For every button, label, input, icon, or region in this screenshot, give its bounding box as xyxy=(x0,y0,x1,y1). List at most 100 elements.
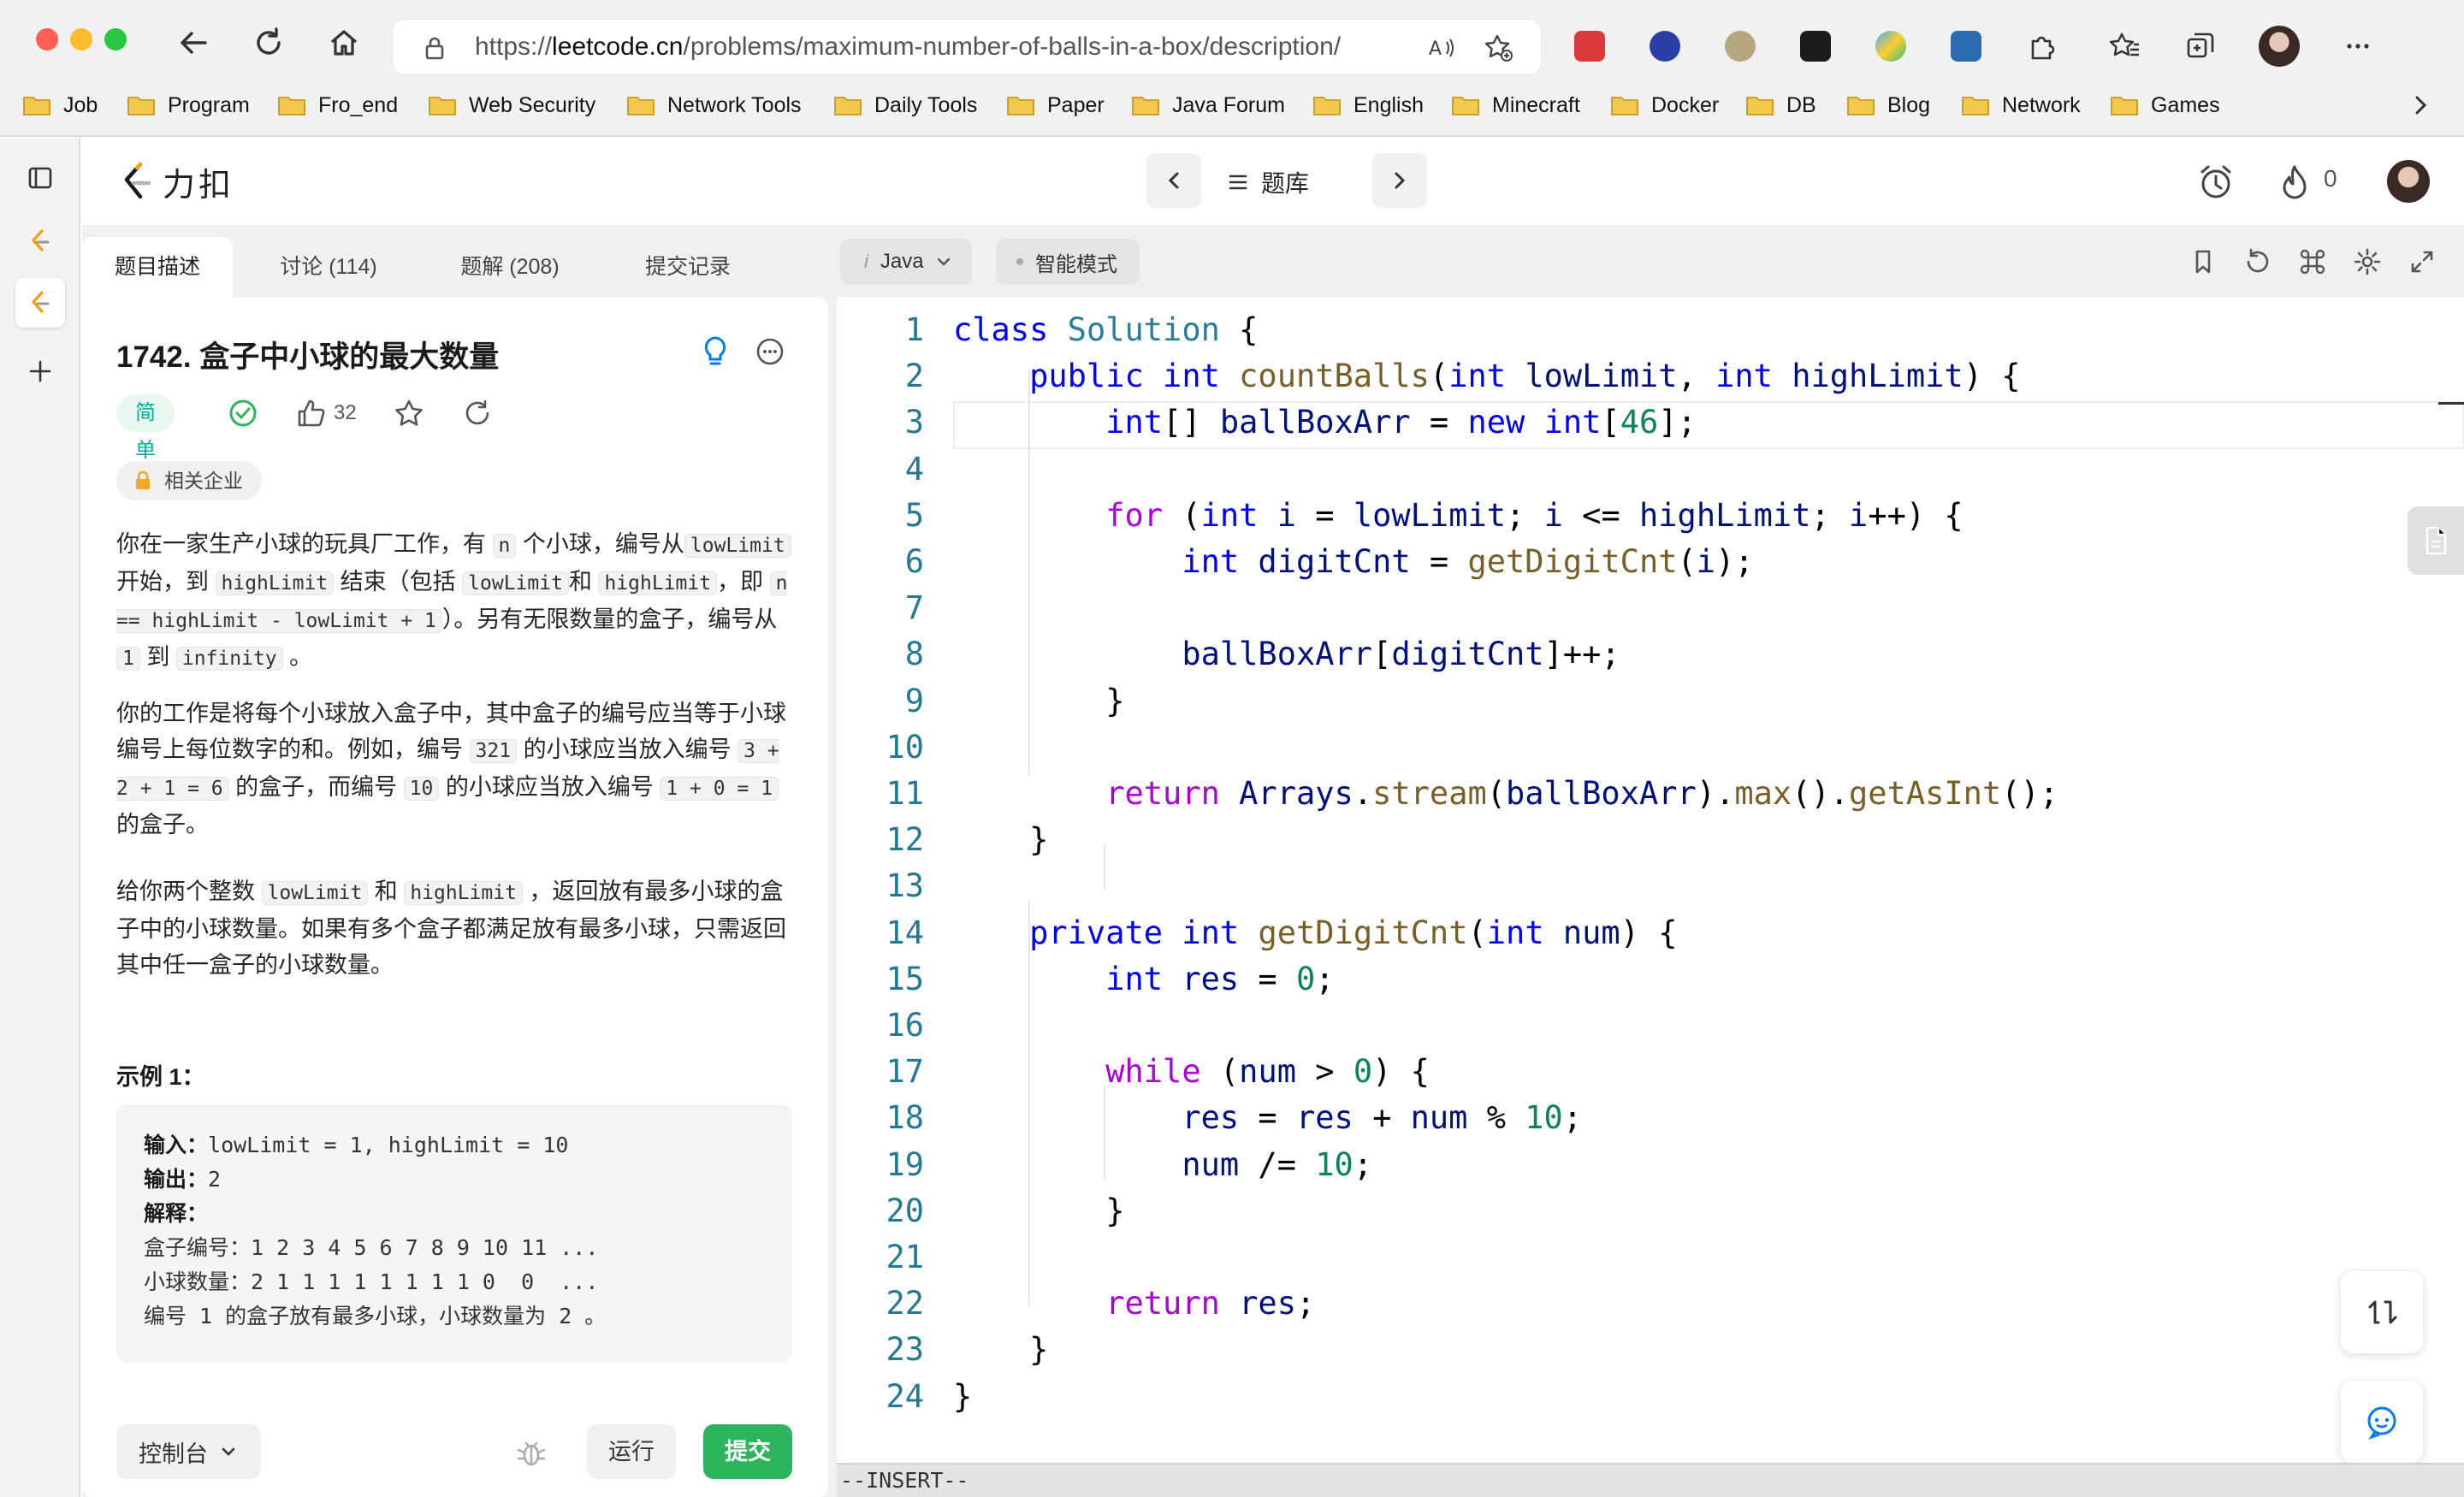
extension-owl-icon[interactable] xyxy=(1725,31,1756,62)
console-button[interactable]: 控制台 xyxy=(116,1424,261,1479)
debug-bug-icon[interactable] xyxy=(515,1436,548,1469)
bookmark-games[interactable]: Games xyxy=(2110,91,2220,120)
bookmark-english[interactable]: English xyxy=(1312,91,1424,120)
code-line[interactable]: 16 xyxy=(842,1003,2464,1049)
bookmark-network[interactable]: Network xyxy=(1961,91,2081,120)
more-options-icon[interactable] xyxy=(2343,31,2373,62)
bookmark-blog[interactable]: Blog xyxy=(1846,91,1930,120)
switch-layout-button[interactable] xyxy=(2341,1271,2423,1353)
code-line[interactable]: 15 int res = 0; xyxy=(842,956,2464,1003)
more-circle-icon[interactable] xyxy=(755,336,785,367)
leetcode-logo[interactable]: 力扣 xyxy=(120,160,234,204)
chevron-right-icon[interactable] xyxy=(2411,91,2431,120)
extension-colorful-icon[interactable] xyxy=(1875,31,1906,62)
submit-button[interactable]: 提交 xyxy=(703,1424,792,1479)
code-line[interactable]: 21 xyxy=(842,1234,2464,1281)
user-avatar[interactable] xyxy=(2387,160,2430,203)
home-icon[interactable] xyxy=(327,26,361,60)
code-line[interactable]: 9 } xyxy=(842,678,2464,725)
code-line[interactable]: 24} xyxy=(842,1374,2464,1420)
bookmark-daily-tools[interactable]: Daily Tools xyxy=(833,91,977,120)
code-line[interactable]: 12 } xyxy=(842,817,2464,863)
feedback-chat-button[interactable] xyxy=(2341,1381,2423,1463)
tab-discussion[interactable]: 讨论 (114) xyxy=(253,237,404,297)
pane-resize-handle[interactable] xyxy=(830,804,838,838)
code-line[interactable]: 3 int[] ballBoxArr = new int[46]; xyxy=(842,399,2464,446)
read-aloud-icon[interactable]: A xyxy=(1426,33,1455,62)
share-refresh-icon[interactable] xyxy=(462,398,493,429)
fullscreen-expand-icon[interactable] xyxy=(2408,247,2437,276)
add-favorite-icon[interactable] xyxy=(1484,33,1513,62)
code-line[interactable]: 4 xyxy=(842,447,2464,493)
code-line[interactable]: 14 private int getDigitCnt(int num) { xyxy=(842,910,2464,956)
text: 你在一家生产小球的玩具厂工作，有 xyxy=(116,531,493,557)
language-select[interactable]: i Java xyxy=(840,239,972,285)
lightbulb-hint-icon[interactable] xyxy=(700,334,731,369)
bookmark-db[interactable]: DB xyxy=(1745,91,1816,120)
bookmark-icon[interactable] xyxy=(2189,247,2218,276)
smart-mode-toggle[interactable]: 智能模式 xyxy=(996,239,1140,285)
bookmark-minecraft[interactable]: Minecraft xyxy=(1451,91,1580,120)
address-bar[interactable]: https://leetcode.cn/problems/maximum-num… xyxy=(392,19,1542,75)
code-line[interactable]: 19 num /= 10; xyxy=(842,1142,2464,1188)
code-line[interactable]: 23 } xyxy=(842,1327,2464,1373)
reset-code-icon[interactable] xyxy=(2243,247,2272,276)
code-line[interactable]: 8 ballBoxArr[digitCnt]++; xyxy=(842,631,2464,677)
code-line[interactable]: 7 xyxy=(842,585,2464,631)
shortcut-command-icon[interactable] xyxy=(2298,247,2327,276)
code-line[interactable]: 20 } xyxy=(842,1188,2464,1234)
company-tag-button[interactable]: 相关企业 xyxy=(116,461,262,500)
new-tab-plus-icon[interactable] xyxy=(15,346,65,396)
code-line[interactable]: 1 class Solution { xyxy=(842,307,2464,353)
side-notes-tab[interactable] xyxy=(2408,506,2464,575)
bookmark-paper[interactable]: Paper xyxy=(1006,91,1105,120)
tab-solutions[interactable]: 题解 (208) xyxy=(424,237,595,297)
extension-blue-icon[interactable] xyxy=(1650,31,1680,62)
code-line[interactable]: 18 res = res + num % 10; xyxy=(842,1095,2464,1141)
tab-actions-icon[interactable] xyxy=(15,153,65,203)
code-line[interactable]: 17 while (num > 0) { xyxy=(842,1049,2464,1095)
code-line[interactable]: 11 return Arrays.stream(ballBoxArr).max(… xyxy=(842,771,2464,817)
extension-s-icon[interactable] xyxy=(1951,31,1981,62)
window-minimize-button[interactable] xyxy=(70,28,92,50)
extensions-puzzle-icon[interactable] xyxy=(2026,31,2057,62)
code-line[interactable]: 5 for (int i = lowLimit; i <= highLimit;… xyxy=(842,493,2464,539)
tab-description[interactable]: 题目描述 xyxy=(82,237,233,297)
profile-avatar[interactable] xyxy=(2259,26,2300,67)
prev-problem-button[interactable] xyxy=(1146,153,1201,208)
tab-submissions[interactable]: 提交记录 xyxy=(613,237,763,297)
alarm-clock-icon[interactable] xyxy=(2197,163,2235,201)
settings-gear-icon[interactable] xyxy=(2353,247,2382,276)
code-line[interactable]: 22 return res; xyxy=(842,1281,2464,1327)
url-text[interactable]: https://leetcode.cn/problems/maximum-num… xyxy=(475,33,1341,62)
leetcode-tab-icon[interactable] xyxy=(15,216,65,266)
extension-red-icon[interactable] xyxy=(1574,31,1605,62)
reload-icon[interactable] xyxy=(252,26,286,60)
favorites-icon[interactable] xyxy=(2110,31,2141,62)
star-favorite-icon[interactable] xyxy=(394,398,424,429)
extension-black-icon[interactable] xyxy=(1800,31,1831,62)
leetcode-active-tab-icon[interactable] xyxy=(15,278,65,328)
like-button[interactable]: 32 xyxy=(296,396,357,430)
bookmark-docker[interactable]: Docker xyxy=(1610,91,1719,120)
back-arrow-icon[interactable] xyxy=(176,26,210,60)
code-line[interactable]: 13 xyxy=(842,863,2464,909)
code-line[interactable]: 10 xyxy=(842,725,2464,771)
window-zoom-button[interactable] xyxy=(104,28,127,50)
flame-streak-icon[interactable] xyxy=(2277,163,2312,201)
bookmark-java-forum[interactable]: Java Forum xyxy=(1131,91,1285,120)
run-button[interactable]: 运行 xyxy=(587,1424,676,1479)
window-close-button[interactable] xyxy=(36,28,58,50)
bookmark-job[interactable]: Job xyxy=(22,91,98,120)
code-line[interactable]: 2 public int countBalls(int lowLimit, in… xyxy=(842,353,2464,399)
bookmark-fro-end[interactable]: Fro_end xyxy=(277,91,398,120)
bookmark-web-security[interactable]: Web Security xyxy=(428,91,595,120)
problem-list-button[interactable]: 题库 xyxy=(1225,158,1309,206)
bookmark-network-tools[interactable]: Network Tools xyxy=(626,91,802,120)
next-problem-button[interactable] xyxy=(1372,153,1427,208)
bookmark-program[interactable]: Program xyxy=(127,91,250,120)
code-editor[interactable]: 1 class Solution {2 public int countBalls… xyxy=(842,297,2464,1463)
lock-icon[interactable] xyxy=(422,35,447,61)
code-line[interactable]: 6 int digitCnt = getDigitCnt(i); xyxy=(842,539,2464,585)
collections-icon[interactable] xyxy=(2185,31,2216,62)
